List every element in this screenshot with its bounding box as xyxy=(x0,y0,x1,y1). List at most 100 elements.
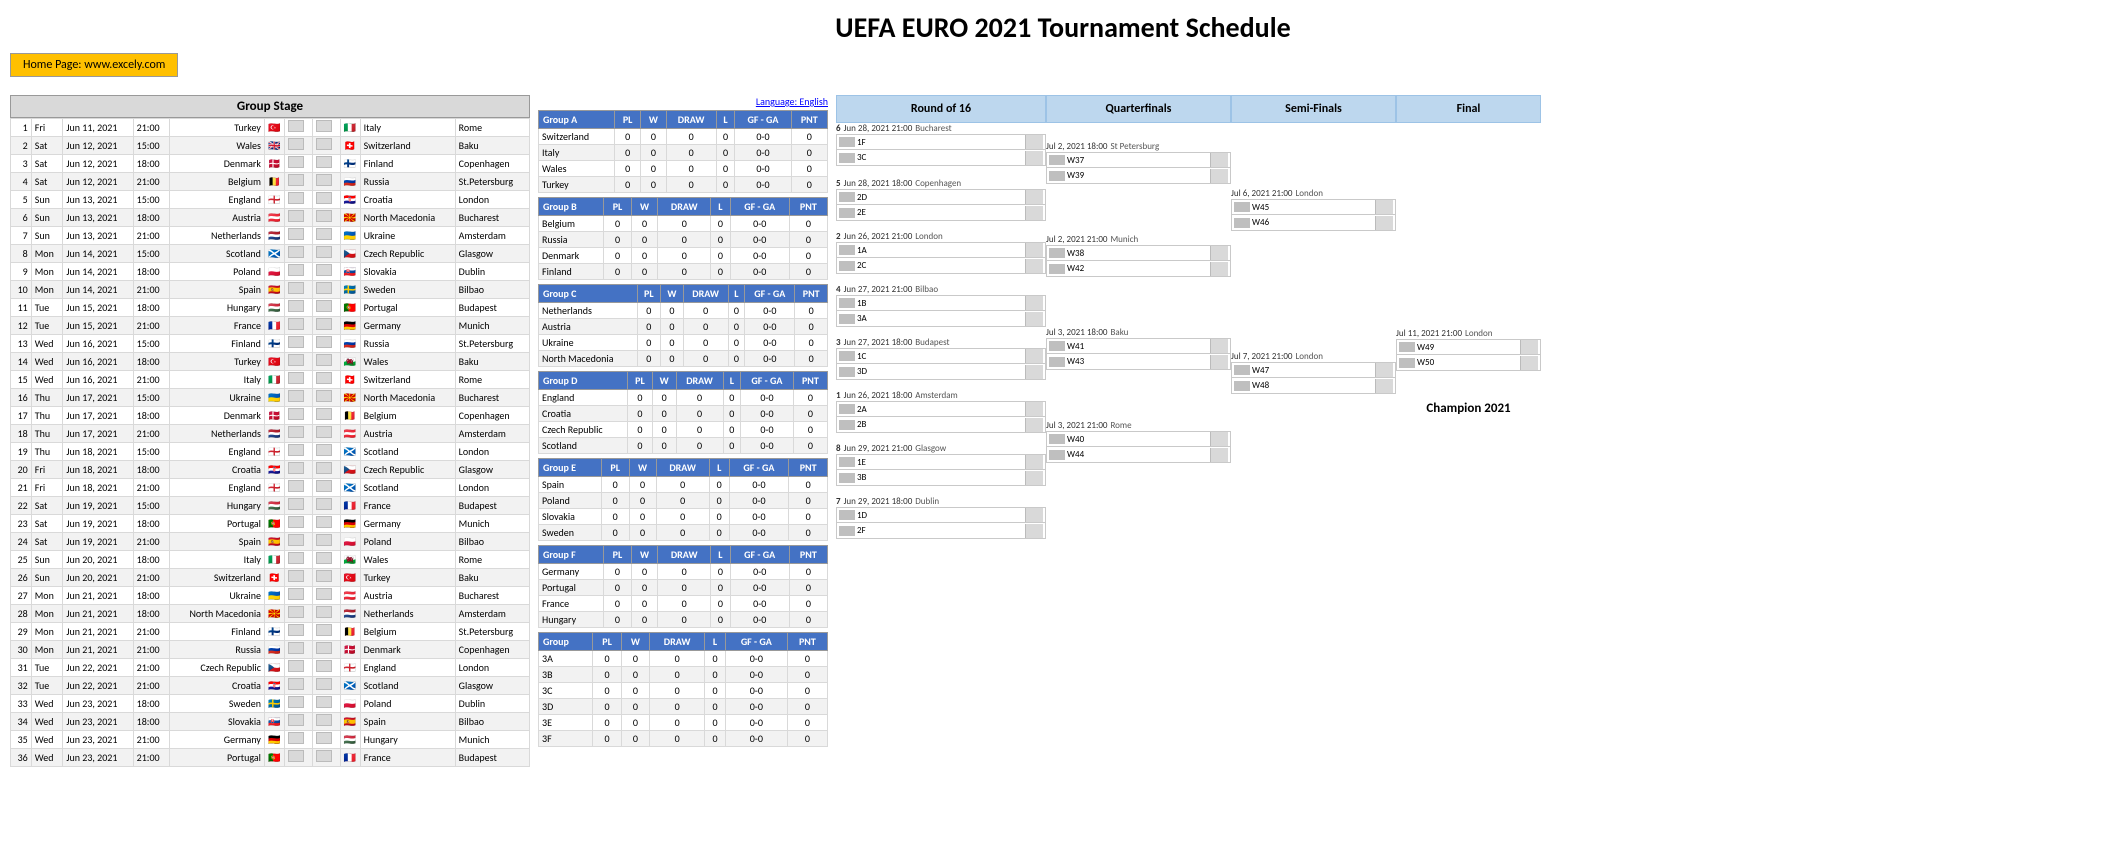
table-row: 13WedJun 16, 202115:00Finland🇫🇮🇷🇺RussiaS… xyxy=(11,335,530,353)
table-row: 23SatJun 19, 202118:00Portugal🇵🇹🇩🇪German… xyxy=(11,515,530,533)
score-box xyxy=(1375,379,1393,393)
bracket-columns: 6Jun 28, 2021 21:00Bucharest1F3C5Jun 28,… xyxy=(836,123,2116,539)
match-venue: Glasgow xyxy=(915,443,946,454)
group-table-3rd: GroupPLWDRAWLGF - GAPNT3A00000-003B00000… xyxy=(538,632,828,747)
team-name: 3A xyxy=(857,313,1023,324)
language-link[interactable]: Language: English xyxy=(538,95,828,108)
match-date: Jun 29, 2021 21:00 xyxy=(844,443,913,454)
match-number: 1 xyxy=(836,390,841,401)
team-flag xyxy=(1049,155,1065,165)
match-unit: Jul 2, 2021 21:00MunichW38W42 xyxy=(1046,234,1231,277)
group-table-F: Group FPLWDRAWLGF - GAPNTGermany00000-00… xyxy=(538,545,828,628)
table-row: 21FriJun 18, 202121:00England🏴󠁧󠁢󠁥󠁮󠁧󠁿🏴󠁧󠁢󠁳… xyxy=(11,479,530,497)
score-box xyxy=(1025,243,1043,257)
table-row: 2SatJun 12, 202115:00Wales🇬🇧🇨🇭Switzerlan… xyxy=(11,137,530,155)
score-box xyxy=(1210,432,1228,446)
team-flag xyxy=(1049,248,1065,258)
team-row-1: 1D xyxy=(836,507,1046,523)
team-row-1: W37 xyxy=(1046,152,1231,168)
match-venue: London xyxy=(1295,351,1322,362)
table-row: 16ThuJun 17, 202115:00Ukraine🇺🇦🇲🇰North M… xyxy=(11,389,530,407)
score-box xyxy=(1210,262,1228,276)
table-row: 22SatJun 19, 202115:00Hungary🇭🇺🇫🇷FranceB… xyxy=(11,497,530,515)
score-box xyxy=(1210,169,1228,183)
team-name: W50 xyxy=(1417,357,1518,368)
match-unit: Jul 3, 2021 21:00RomeW40W44 xyxy=(1046,420,1231,463)
match-unit: 8Jun 29, 2021 21:00Glasgow1E3B xyxy=(836,443,1046,486)
score-box xyxy=(1025,259,1043,273)
score-box xyxy=(1025,365,1043,379)
qf-column: Jul 2, 2021 18:00St PetersburgW37W39Jul … xyxy=(1046,123,1231,463)
team-row-1: 1A xyxy=(836,242,1046,258)
match-date: Jul 2, 2021 18:00 xyxy=(1046,141,1107,152)
team-flag xyxy=(839,208,855,218)
team-flag xyxy=(1049,264,1065,274)
group-stage-title: Group Stage xyxy=(10,95,530,118)
group-table-D: Group DPLWDRAWLGF - GAPNTEngland00000-00… xyxy=(538,371,828,454)
match-venue: Bucharest xyxy=(915,123,951,134)
table-row: 8MonJun 14, 202115:00Scotland🏴󠁧󠁢󠁳󠁣󠁴󠁿🇨🇿Cz… xyxy=(11,245,530,263)
team-row-1: 2A xyxy=(836,401,1046,417)
group-table-B: Group BPLWDRAWLGF - GAPNTBelgium00000-00… xyxy=(538,197,828,280)
table-row: 34WedJun 23, 202118:00Slovakia🇸🇰🇪🇸SpainB… xyxy=(11,713,530,731)
score-box xyxy=(1025,524,1043,538)
team-row-2: W44 xyxy=(1046,447,1231,463)
match-unit: Jul 3, 2021 18:00BakuW41W43 xyxy=(1046,327,1231,370)
score-box xyxy=(1025,151,1043,165)
score-box xyxy=(1025,402,1043,416)
team-flag xyxy=(1049,171,1065,181)
table-row: 10MonJun 14, 202121:00Spain🇪🇸🇸🇪SwedenBil… xyxy=(11,281,530,299)
match-venue: Munich xyxy=(1110,234,1138,245)
table-row: 1FriJun 11, 202121:00Turkey🇹🇷🇮🇹ItalyRome xyxy=(11,119,530,137)
match-number: 6 xyxy=(836,123,841,134)
team-flag xyxy=(839,457,855,467)
table-row: 4SatJun 12, 202121:00Belgium🇧🇪🇷🇺RussiaSt… xyxy=(11,173,530,191)
team-flag xyxy=(1049,357,1065,367)
team-flag xyxy=(1234,202,1250,212)
score-box xyxy=(1210,448,1228,462)
match-number: 5 xyxy=(836,178,841,189)
score-box xyxy=(1375,200,1393,214)
table-row: 30MonJun 21, 202121:00Russia🇷🇺🇩🇰DenmarkC… xyxy=(11,641,530,659)
team-row-1: W41 xyxy=(1046,338,1231,354)
match-number: 3 xyxy=(836,337,841,348)
score-box xyxy=(1210,355,1228,369)
team-row-1: 2D xyxy=(836,189,1046,205)
team-flag xyxy=(839,192,855,202)
team-row-2: W39 xyxy=(1046,168,1231,184)
team-row-2: 2E xyxy=(836,205,1046,221)
team-row-1: 1E xyxy=(836,454,1046,470)
team-flag xyxy=(1049,341,1065,351)
team-row-1: W38 xyxy=(1046,245,1231,261)
table-row: 35WedJun 23, 202121:00Germany🇩🇪🇭🇺Hungary… xyxy=(11,731,530,749)
match-unit: 5Jun 28, 2021 18:00Copenhagen2D2E xyxy=(836,178,1046,221)
match-number: 2 xyxy=(836,231,841,242)
table-row: 32TueJun 22, 202121:00Croatia🇭🇷🏴󠁧󠁢󠁳󠁣󠁴󠁿Sc… xyxy=(11,677,530,695)
team-name: W44 xyxy=(1067,449,1208,460)
team-name: 1E xyxy=(857,457,1023,468)
team-row-1: W49 xyxy=(1396,339,1541,355)
match-unit: Jul 6, 2021 21:00LondonW45W46 xyxy=(1231,188,1396,231)
team-name: 3B xyxy=(857,472,1023,483)
final-header: Final xyxy=(1396,95,1541,123)
match-venue: London xyxy=(1465,328,1492,339)
group-stage-section: Group Stage 1FriJun 11, 202121:00Turkey🇹… xyxy=(10,95,530,767)
home-page-button[interactable]: Home Page: www.excely.com xyxy=(10,53,178,77)
table-row: 14WedJun 16, 202118:00Turkey🇹🇷🏴󠁧󠁢󠁷󠁬󠁳󠁿Wal… xyxy=(11,353,530,371)
team-name: 1F xyxy=(857,137,1023,148)
r16-header: Round of 16 xyxy=(836,95,1046,123)
match-venue: Budapest xyxy=(915,337,949,348)
team-row-2: 3C xyxy=(836,150,1046,166)
match-unit: 3Jun 27, 2021 18:00Budapest1C3D xyxy=(836,337,1046,380)
table-row: 15WedJun 16, 202121:00Italy🇮🇹🇨🇭Switzerla… xyxy=(11,371,530,389)
team-row-2: 3A xyxy=(836,311,1046,327)
group-table-C: Group CPLWDRAWLGF - GAPNTNetherlands0000… xyxy=(538,284,828,367)
team-row-2: W48 xyxy=(1231,378,1396,394)
match-date: Jul 3, 2021 21:00 xyxy=(1046,420,1107,431)
score-box xyxy=(1025,349,1043,363)
team-name: W40 xyxy=(1067,434,1208,445)
team-name: 1A xyxy=(857,245,1023,256)
score-box xyxy=(1520,340,1538,354)
team-name: W49 xyxy=(1417,342,1518,353)
team-flag xyxy=(839,404,855,414)
